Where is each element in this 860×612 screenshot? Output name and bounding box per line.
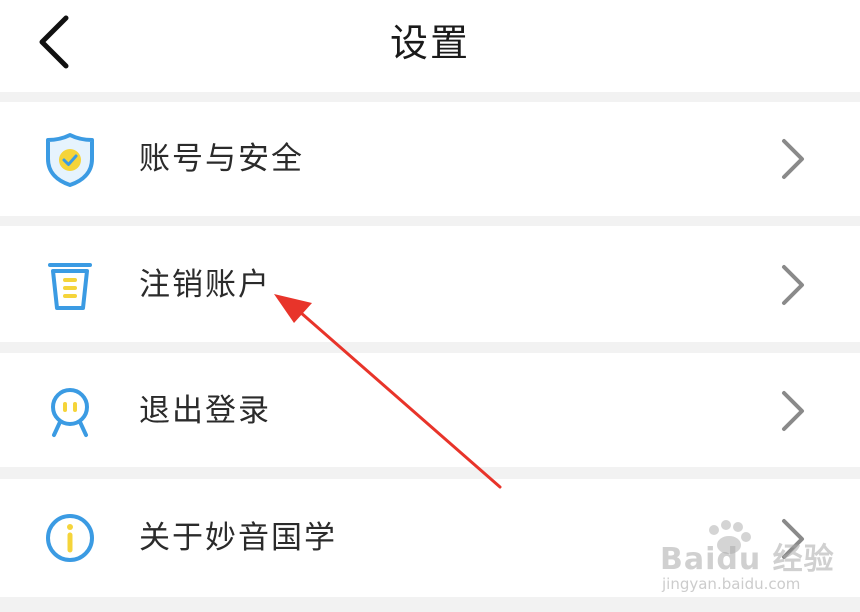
settings-item-deactivate-account[interactable]: 注销账户 (0, 226, 860, 342)
settings-item-label: 退出登录 (139, 393, 271, 429)
chevron-right-icon (782, 265, 804, 305)
avatar-icon (51, 388, 89, 437)
settings-item-label: 账号与安全 (139, 141, 304, 177)
settings-item-about[interactable]: 关于妙音国学 (0, 479, 860, 597)
info-icon (46, 514, 94, 562)
header-bar: 设置 (0, 0, 860, 92)
trash-icon (48, 263, 92, 310)
chevron-right-icon (782, 519, 804, 559)
settings-item-label: 关于妙音国学 (139, 520, 337, 556)
shield-check-icon (46, 133, 94, 187)
page-title: 设置 (389, 21, 470, 65)
settings-item-logout[interactable]: 退出登录 (0, 353, 860, 467)
chevron-right-icon (782, 391, 804, 431)
settings-item-label: 注销账户 (139, 267, 271, 303)
settings-item-account-security[interactable]: 账号与安全 (0, 102, 860, 216)
chevron-right-icon (782, 139, 804, 179)
